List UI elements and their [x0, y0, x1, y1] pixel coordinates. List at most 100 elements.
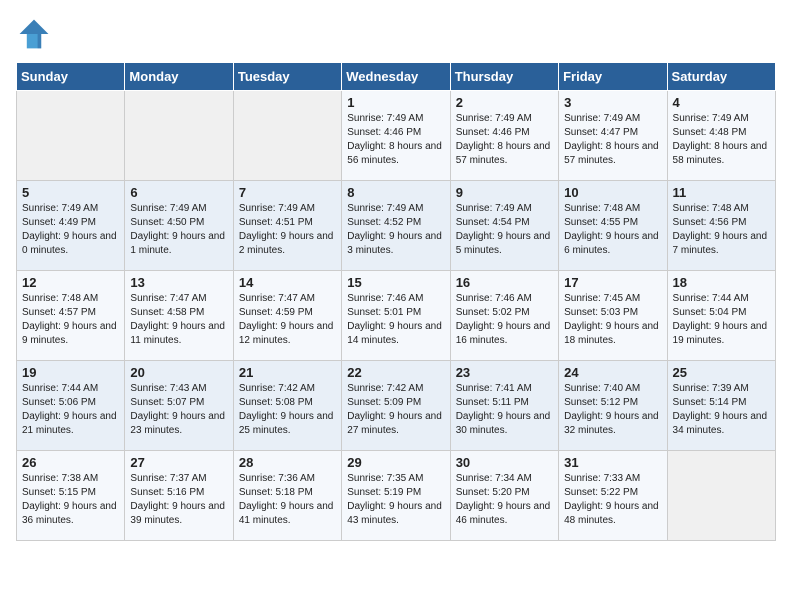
calendar-cell: 21 Sunrise: 7:42 AM Sunset: 5:08 PM Dayli… — [233, 361, 341, 451]
day-info: Sunrise: 7:42 AM Sunset: 5:09 PM Dayligh… — [347, 382, 444, 438]
day-info: Sunrise: 7:46 AM Sunset: 5:02 PM Dayligh… — [456, 292, 553, 348]
calendar-cell — [233, 91, 341, 181]
page-header — [16, 16, 776, 52]
calendar-cell: 9 Sunrise: 7:49 AM Sunset: 4:54 PM Daylig… — [450, 181, 558, 271]
day-info: Sunrise: 7:49 AM Sunset: 4:49 PM Dayligh… — [22, 202, 119, 258]
day-number: 7 — [239, 185, 336, 200]
day-info: Sunrise: 7:42 AM Sunset: 5:08 PM Dayligh… — [239, 382, 336, 438]
day-number: 15 — [347, 275, 444, 290]
calendar-cell: 24 Sunrise: 7:40 AM Sunset: 5:12 PM Dayli… — [559, 361, 667, 451]
calendar-cell: 7 Sunrise: 7:49 AM Sunset: 4:51 PM Daylig… — [233, 181, 341, 271]
day-info: Sunrise: 7:43 AM Sunset: 5:07 PM Dayligh… — [130, 382, 227, 438]
calendar-table: SundayMondayTuesdayWednesdayThursdayFrid… — [16, 62, 776, 541]
day-number: 10 — [564, 185, 661, 200]
day-info: Sunrise: 7:48 AM Sunset: 4:55 PM Dayligh… — [564, 202, 661, 258]
day-info: Sunrise: 7:48 AM Sunset: 4:57 PM Dayligh… — [22, 292, 119, 348]
calendar-cell: 3 Sunrise: 7:49 AM Sunset: 4:47 PM Daylig… — [559, 91, 667, 181]
day-number: 20 — [130, 365, 227, 380]
day-info: Sunrise: 7:47 AM Sunset: 4:58 PM Dayligh… — [130, 292, 227, 348]
calendar-cell: 15 Sunrise: 7:46 AM Sunset: 5:01 PM Dayli… — [342, 271, 450, 361]
day-info: Sunrise: 7:49 AM Sunset: 4:51 PM Dayligh… — [239, 202, 336, 258]
day-number: 30 — [456, 455, 553, 470]
day-number: 29 — [347, 455, 444, 470]
day-info: Sunrise: 7:49 AM Sunset: 4:50 PM Dayligh… — [130, 202, 227, 258]
day-number: 9 — [456, 185, 553, 200]
weekday-header-sunday: Sunday — [17, 63, 125, 91]
calendar-cell: 18 Sunrise: 7:44 AM Sunset: 5:04 PM Dayli… — [667, 271, 775, 361]
calendar-cell: 8 Sunrise: 7:49 AM Sunset: 4:52 PM Daylig… — [342, 181, 450, 271]
day-info: Sunrise: 7:34 AM Sunset: 5:20 PM Dayligh… — [456, 472, 553, 528]
calendar-cell: 10 Sunrise: 7:48 AM Sunset: 4:55 PM Dayli… — [559, 181, 667, 271]
calendar-cell — [667, 451, 775, 541]
calendar-cell: 14 Sunrise: 7:47 AM Sunset: 4:59 PM Dayli… — [233, 271, 341, 361]
day-number: 17 — [564, 275, 661, 290]
day-number: 5 — [22, 185, 119, 200]
calendar-cell: 13 Sunrise: 7:47 AM Sunset: 4:58 PM Dayli… — [125, 271, 233, 361]
calendar-cell: 30 Sunrise: 7:34 AM Sunset: 5:20 PM Dayli… — [450, 451, 558, 541]
calendar-cell — [125, 91, 233, 181]
weekday-header-tuesday: Tuesday — [233, 63, 341, 91]
day-number: 13 — [130, 275, 227, 290]
day-number: 27 — [130, 455, 227, 470]
day-number: 24 — [564, 365, 661, 380]
day-info: Sunrise: 7:46 AM Sunset: 5:01 PM Dayligh… — [347, 292, 444, 348]
calendar-cell: 27 Sunrise: 7:37 AM Sunset: 5:16 PM Dayli… — [125, 451, 233, 541]
calendar-cell: 11 Sunrise: 7:48 AM Sunset: 4:56 PM Dayli… — [667, 181, 775, 271]
day-info: Sunrise: 7:44 AM Sunset: 5:04 PM Dayligh… — [673, 292, 770, 348]
calendar-cell: 6 Sunrise: 7:49 AM Sunset: 4:50 PM Daylig… — [125, 181, 233, 271]
day-info: Sunrise: 7:49 AM Sunset: 4:54 PM Dayligh… — [456, 202, 553, 258]
day-info: Sunrise: 7:49 AM Sunset: 4:52 PM Dayligh… — [347, 202, 444, 258]
day-info: Sunrise: 7:36 AM Sunset: 5:18 PM Dayligh… — [239, 472, 336, 528]
day-info: Sunrise: 7:49 AM Sunset: 4:48 PM Dayligh… — [673, 112, 770, 168]
weekday-header-friday: Friday — [559, 63, 667, 91]
day-number: 16 — [456, 275, 553, 290]
logo-icon — [16, 16, 52, 52]
day-number: 11 — [673, 185, 770, 200]
calendar-cell: 19 Sunrise: 7:44 AM Sunset: 5:06 PM Dayli… — [17, 361, 125, 451]
calendar-cell: 31 Sunrise: 7:33 AM Sunset: 5:22 PM Dayli… — [559, 451, 667, 541]
day-number: 25 — [673, 365, 770, 380]
day-info: Sunrise: 7:49 AM Sunset: 4:47 PM Dayligh… — [564, 112, 661, 168]
calendar-cell — [17, 91, 125, 181]
day-number: 31 — [564, 455, 661, 470]
day-number: 26 — [22, 455, 119, 470]
day-number: 6 — [130, 185, 227, 200]
day-info: Sunrise: 7:49 AM Sunset: 4:46 PM Dayligh… — [456, 112, 553, 168]
calendar-cell: 25Sunrise: 7:39 AM Sunset: 5:14 PM Dayli… — [667, 361, 775, 451]
day-number: 8 — [347, 185, 444, 200]
logo — [16, 16, 56, 52]
calendar-cell: 26 Sunrise: 7:38 AM Sunset: 5:15 PM Dayli… — [17, 451, 125, 541]
day-number: 19 — [22, 365, 119, 380]
day-number: 14 — [239, 275, 336, 290]
weekday-header-wednesday: Wednesday — [342, 63, 450, 91]
day-number: 22 — [347, 365, 444, 380]
day-info: Sunrise: 7:48 AM Sunset: 4:56 PM Dayligh… — [673, 202, 770, 258]
weekday-header-monday: Monday — [125, 63, 233, 91]
day-number: 4 — [673, 95, 770, 110]
day-info: Sunrise: 7:41 AM Sunset: 5:11 PM Dayligh… — [456, 382, 553, 438]
day-info: Sunrise: 7:33 AM Sunset: 5:22 PM Dayligh… — [564, 472, 661, 528]
day-info: Sunrise: 7:40 AM Sunset: 5:12 PM Dayligh… — [564, 382, 661, 438]
day-number: 1 — [347, 95, 444, 110]
day-info: Sunrise: 7:35 AM Sunset: 5:19 PM Dayligh… — [347, 472, 444, 528]
day-info: Sunrise: 7:47 AM Sunset: 4:59 PM Dayligh… — [239, 292, 336, 348]
day-info: Sunrise: 7:49 AM Sunset: 4:46 PM Dayligh… — [347, 112, 444, 168]
day-info: Sunrise: 7:37 AM Sunset: 5:16 PM Dayligh… — [130, 472, 227, 528]
day-info: Sunrise: 7:38 AM Sunset: 5:15 PM Dayligh… — [22, 472, 119, 528]
calendar-cell: 4 Sunrise: 7:49 AM Sunset: 4:48 PM Daylig… — [667, 91, 775, 181]
day-number: 2 — [456, 95, 553, 110]
weekday-header-saturday: Saturday — [667, 63, 775, 91]
day-number: 18 — [673, 275, 770, 290]
calendar-cell: 16 Sunrise: 7:46 AM Sunset: 5:02 PM Dayli… — [450, 271, 558, 361]
day-number: 3 — [564, 95, 661, 110]
day-number: 28 — [239, 455, 336, 470]
calendar-cell: 5 Sunrise: 7:49 AM Sunset: 4:49 PM Daylig… — [17, 181, 125, 271]
day-number: 21 — [239, 365, 336, 380]
day-info: Sunrise: 7:45 AM Sunset: 5:03 PM Dayligh… — [564, 292, 661, 348]
calendar-cell: 29 Sunrise: 7:35 AM Sunset: 5:19 PM Dayli… — [342, 451, 450, 541]
day-info: Sunrise: 7:44 AM Sunset: 5:06 PM Dayligh… — [22, 382, 119, 438]
weekday-header-thursday: Thursday — [450, 63, 558, 91]
calendar-cell: 23Sunrise: 7:41 AM Sunset: 5:11 PM Dayli… — [450, 361, 558, 451]
calendar-cell: 28 Sunrise: 7:36 AM Sunset: 5:18 PM Dayli… — [233, 451, 341, 541]
calendar-cell: 1 Sunrise: 7:49 AM Sunset: 4:46 PM Daylig… — [342, 91, 450, 181]
